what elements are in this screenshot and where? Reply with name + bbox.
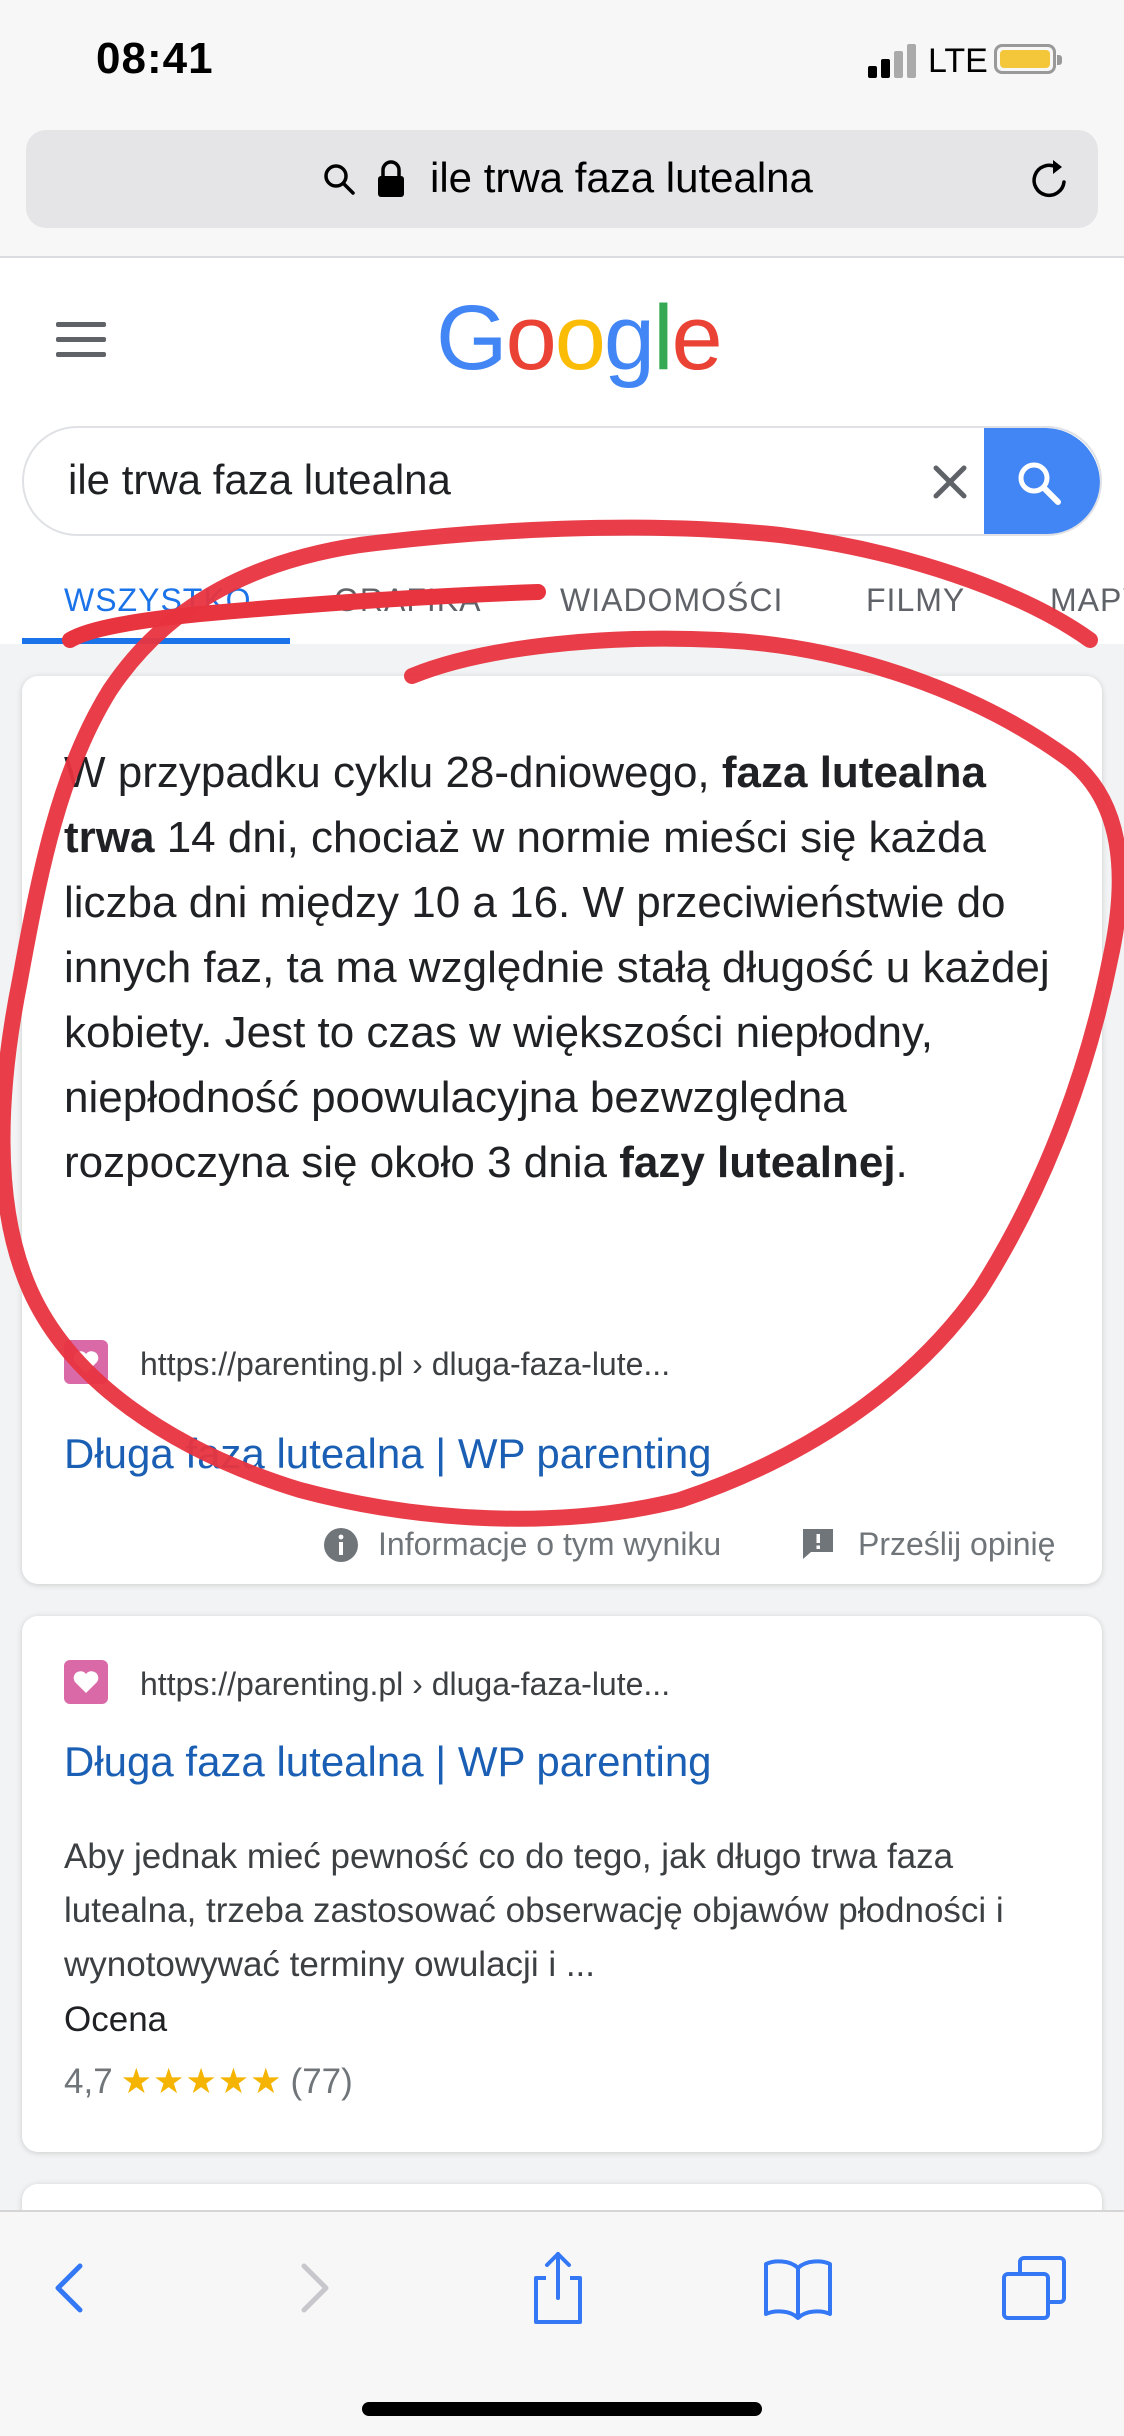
result-description: Aby jednak mieć pewność co do tego, jak … [64,1837,1004,1984]
bookmarks-icon[interactable] [758,2248,838,2328]
result-title-link[interactable]: Długa faza lutealna | WP parenting [64,1738,712,1786]
search-input[interactable] [68,456,868,504]
search-tabs: WSZYSTKO GRAFIKA WIADOMOŚCI FILMY MAPY [0,572,1124,646]
tab-videos[interactable]: FILMY [866,582,965,619]
search-box [22,426,1102,536]
source-url[interactable]: https://parenting.pl › dluga-faza-lute..… [140,1666,670,1703]
logo-letter: o [554,287,606,389]
info-link[interactable]: Informacje o tym wyniku [378,1526,721,1563]
logo-letter: G [436,287,508,389]
feedback-row: Informacje o tym wyniku Prześlij opinię [22,1524,1102,1574]
result-title-link[interactable]: Długa faza lutealna | WP parenting [64,1430,712,1478]
star-rating-icon: ★★★★★ [120,2062,283,2101]
snippet-text: W przypadku cyklu 28-dniowego, faza lute… [64,740,1064,1195]
share-icon[interactable] [518,2248,598,2328]
status-time: 08:41 [96,34,214,83]
site-favicon [64,1340,108,1384]
info-icon[interactable] [322,1526,360,1564]
clear-icon[interactable] [928,460,972,504]
results-area: W przypadku cyklu 28-dniowego, faza lute… [0,644,1124,2244]
menu-icon[interactable] [56,322,106,358]
reload-icon[interactable] [1026,156,1074,204]
snippet-part: W przypadku cyklu 28-dniowego, [64,748,722,797]
search-icon [1018,462,1061,505]
tab-all[interactable]: WSZYSTKO [64,582,252,619]
network-label: LTE [928,42,988,80]
feedback-icon[interactable] [800,1526,836,1562]
logo-letter: o [505,287,557,389]
rating-label: Ocena [64,2000,168,2039]
logo-letter: e [671,287,723,389]
search-icon [324,164,355,195]
featured-snippet-card: W przypadku cyklu 28-dniowego, faza lute… [22,676,1102,1584]
site-favicon [64,1660,108,1704]
logo-letter: l [653,287,674,389]
snippet-part-bold: fazy lutealnej [619,1138,896,1187]
home-indicator [362,2402,762,2416]
heart-icon [73,1351,99,1373]
logo-letter: g [603,287,655,389]
back-icon[interactable] [30,2248,110,2328]
rating-value: 4,7 [64,2062,113,2101]
heart-icon [73,1671,99,1693]
rating-count: (77) [290,2062,353,2101]
status-bar: 08:41 LTE [0,0,1124,120]
battery-icon [994,44,1062,74]
rating-row: 4,7 ★★★★★ (77) [64,2062,353,2102]
address-text: ile trwa faza lutealna [430,154,813,201]
snippet-part: . [895,1138,908,1187]
tabs-icon[interactable] [996,2248,1076,2328]
browser-toolbar: ile trwa faza lutealna [0,120,1124,258]
forward-icon[interactable] [274,2248,354,2328]
search-button[interactable] [984,428,1100,534]
tab-images[interactable]: GRAFIKA [334,582,481,619]
signal-icon [868,42,918,78]
address-bar[interactable]: ile trwa faza lutealna [26,130,1098,228]
tab-news[interactable]: WIADOMOŚCI [560,582,783,619]
search-result-card: https://parenting.pl › dluga-faza-lute..… [22,1616,1102,2152]
tab-maps[interactable]: MAPY [1050,582,1124,619]
feedback-link[interactable]: Prześlij opinię [858,1526,1055,1563]
google-logo[interactable]: Google [436,286,723,391]
snippet-part: 14 dni, chociaż w normie mieści się każd… [64,813,1050,1187]
source-url[interactable]: https://parenting.pl › dluga-faza-lute..… [140,1346,670,1383]
lock-icon [378,160,404,197]
bottom-toolbar [0,2210,1124,2436]
